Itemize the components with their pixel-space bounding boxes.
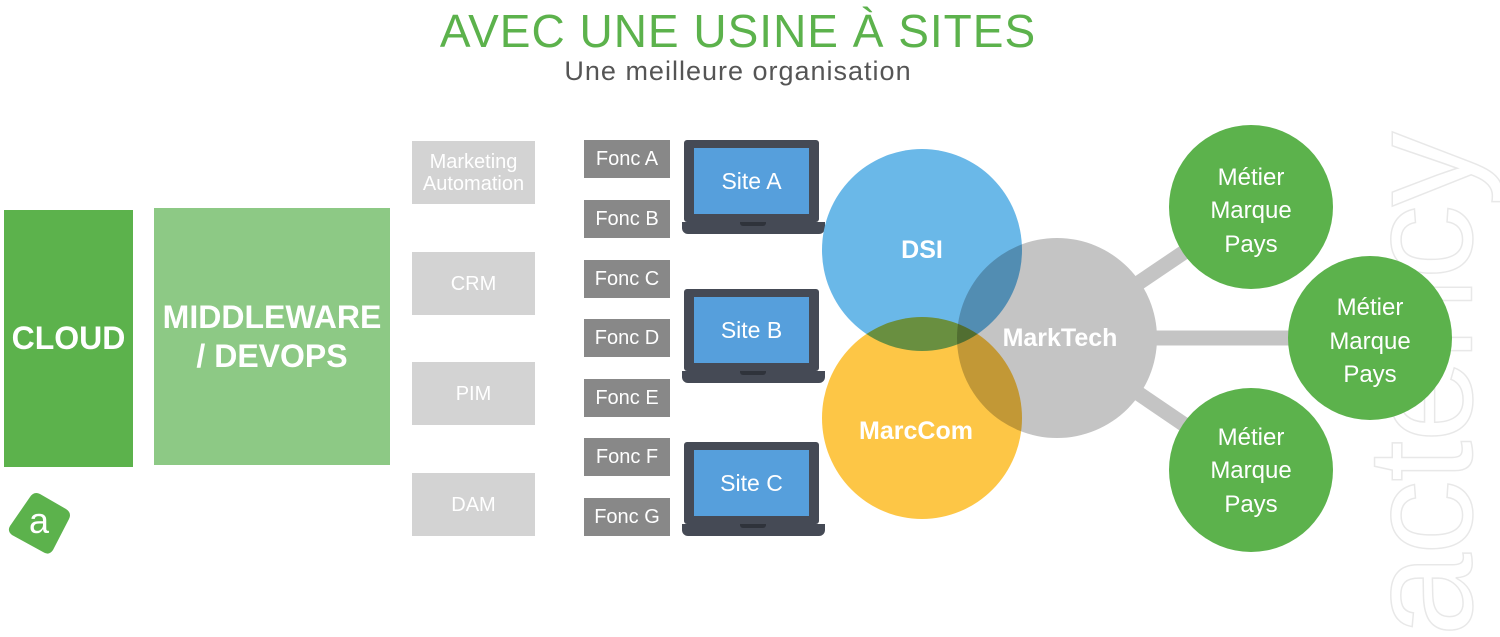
metier-label: Métier <box>1218 424 1285 451</box>
logo-letter: a <box>29 500 50 541</box>
dsi-label: DSI <box>901 236 943 264</box>
metier-label: Métier <box>1218 164 1285 191</box>
marque-label: Marque <box>1210 457 1291 484</box>
venn-diagram: DSI MarcCom MarkTech Métier Marque Pays … <box>0 0 1500 562</box>
marccom-label: MarcCom <box>859 417 973 445</box>
pays-label: Pays <box>1343 361 1396 388</box>
marque-label: Marque <box>1210 197 1291 224</box>
pays-label: Pays <box>1224 491 1277 518</box>
marque-label: Marque <box>1329 328 1410 355</box>
marktech-label: MarkTech <box>1003 324 1118 352</box>
pays-label: Pays <box>1224 231 1277 258</box>
actency-logo: a <box>9 493 70 554</box>
metier-label: Métier <box>1337 294 1404 321</box>
